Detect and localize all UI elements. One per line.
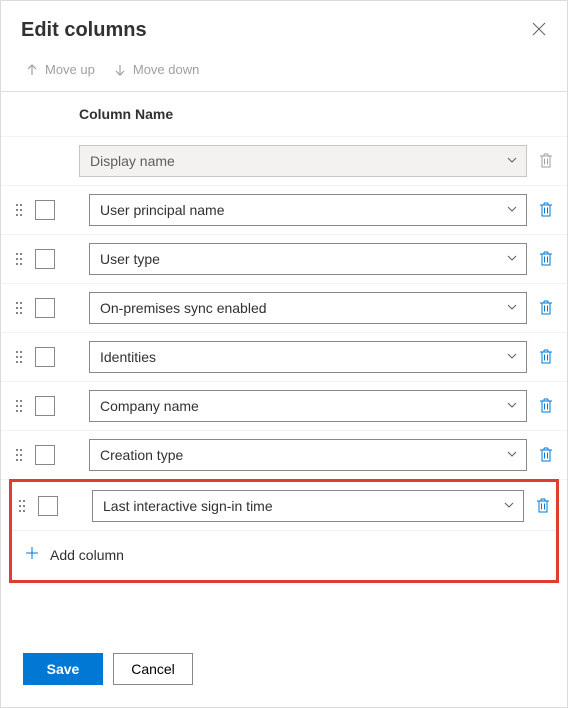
- drag-dots-icon: [18, 498, 26, 514]
- column-select[interactable]: Company name: [89, 390, 527, 422]
- drag-handle[interactable]: [13, 398, 25, 414]
- column-select-value: Display name: [90, 153, 175, 169]
- column-row: User type: [1, 235, 567, 284]
- drag-dots-icon: [15, 349, 23, 365]
- drag-handle[interactable]: [13, 300, 25, 316]
- panel-header: Edit columns: [1, 1, 567, 48]
- trash-icon: [539, 398, 553, 414]
- drag-dots-icon: [15, 251, 23, 267]
- move-down-button[interactable]: Move down: [113, 62, 199, 77]
- chevron-down-icon: [506, 398, 518, 414]
- move-down-label: Move down: [133, 62, 199, 77]
- panel-footer: Save Cancel: [1, 635, 567, 707]
- row-checkbox[interactable]: [35, 445, 55, 465]
- column-row: Last interactive sign-in time: [12, 482, 556, 531]
- trash-icon: [539, 251, 553, 267]
- column-select[interactable]: User principal name: [89, 194, 527, 226]
- arrow-down-icon: [113, 63, 127, 77]
- cancel-button[interactable]: Cancel: [113, 653, 193, 685]
- delete-column-button[interactable]: [537, 251, 555, 267]
- column-select[interactable]: Creation type: [89, 439, 527, 471]
- drag-handle[interactable]: [13, 202, 25, 218]
- drag-handle[interactable]: [13, 251, 25, 267]
- drag-handle[interactable]: [16, 498, 28, 514]
- drag-handle[interactable]: [13, 447, 25, 463]
- plus-icon: [24, 545, 40, 564]
- column-row-locked: Display name: [1, 137, 567, 186]
- chevron-down-icon: [506, 153, 518, 169]
- delete-column-button[interactable]: [537, 300, 555, 316]
- trash-icon: [539, 153, 553, 169]
- panel-title: Edit columns: [21, 19, 147, 42]
- toolbar: Move up Move down: [1, 48, 567, 92]
- column-select[interactable]: Last interactive sign-in time: [92, 490, 524, 522]
- column-select-value: Identities: [100, 349, 156, 365]
- column-list-header: Column Name: [1, 92, 567, 137]
- chevron-down-icon: [506, 300, 518, 316]
- delete-column-button[interactable]: [534, 498, 552, 514]
- trash-icon: [539, 349, 553, 365]
- row-checkbox[interactable]: [35, 200, 55, 220]
- row-checkbox[interactable]: [35, 396, 55, 416]
- trash-icon: [539, 300, 553, 316]
- drag-dots-icon: [15, 300, 23, 316]
- chevron-down-icon: [506, 349, 518, 365]
- drag-dots-icon: [15, 202, 23, 218]
- add-column-button[interactable]: Add column: [12, 531, 556, 578]
- chevron-down-icon: [506, 251, 518, 267]
- column-select-value: User principal name: [100, 202, 225, 218]
- column-select-locked: Display name: [79, 145, 527, 177]
- chevron-down-icon: [506, 447, 518, 463]
- edit-columns-panel: Edit columns Move up Move down Column Na…: [0, 0, 568, 708]
- delete-column-button[interactable]: [537, 349, 555, 365]
- close-button[interactable]: [531, 21, 547, 40]
- move-up-button[interactable]: Move up: [25, 62, 95, 77]
- row-checkbox[interactable]: [35, 298, 55, 318]
- column-select-value: On-premises sync enabled: [100, 300, 267, 316]
- trash-icon: [539, 447, 553, 463]
- chevron-down-icon: [503, 498, 515, 514]
- column-row: Identities: [1, 333, 567, 382]
- drag-handle[interactable]: [13, 349, 25, 365]
- row-checkbox[interactable]: [35, 347, 55, 367]
- row-checkbox[interactable]: [38, 496, 58, 516]
- delete-column-button[interactable]: [537, 202, 555, 218]
- column-row: User principal name: [1, 186, 567, 235]
- chevron-down-icon: [506, 202, 518, 218]
- column-rows: Display name User principal name: [1, 137, 567, 583]
- trash-icon: [539, 202, 553, 218]
- column-select-value: Company name: [100, 398, 199, 414]
- column-row: Creation type: [1, 431, 567, 480]
- close-icon: [531, 21, 547, 37]
- move-up-label: Move up: [45, 62, 95, 77]
- delete-column-button[interactable]: [537, 447, 555, 463]
- add-column-label: Add column: [50, 547, 124, 563]
- column-select[interactable]: Identities: [89, 341, 527, 373]
- highlighted-region: Last interactive sign-in time Add column: [9, 479, 559, 583]
- column-select-value: Last interactive sign-in time: [103, 498, 273, 514]
- column-select-value: User type: [100, 251, 160, 267]
- trash-icon: [536, 498, 550, 514]
- column-select-value: Creation type: [100, 447, 183, 463]
- column-row: On-premises sync enabled: [1, 284, 567, 333]
- arrow-up-icon: [25, 63, 39, 77]
- drag-dots-icon: [15, 447, 23, 463]
- delete-column-button: [537, 153, 555, 169]
- column-select[interactable]: User type: [89, 243, 527, 275]
- save-button[interactable]: Save: [23, 653, 103, 685]
- delete-column-button[interactable]: [537, 398, 555, 414]
- column-select[interactable]: On-premises sync enabled: [89, 292, 527, 324]
- drag-dots-icon: [15, 398, 23, 414]
- column-row: Company name: [1, 382, 567, 431]
- row-checkbox[interactable]: [35, 249, 55, 269]
